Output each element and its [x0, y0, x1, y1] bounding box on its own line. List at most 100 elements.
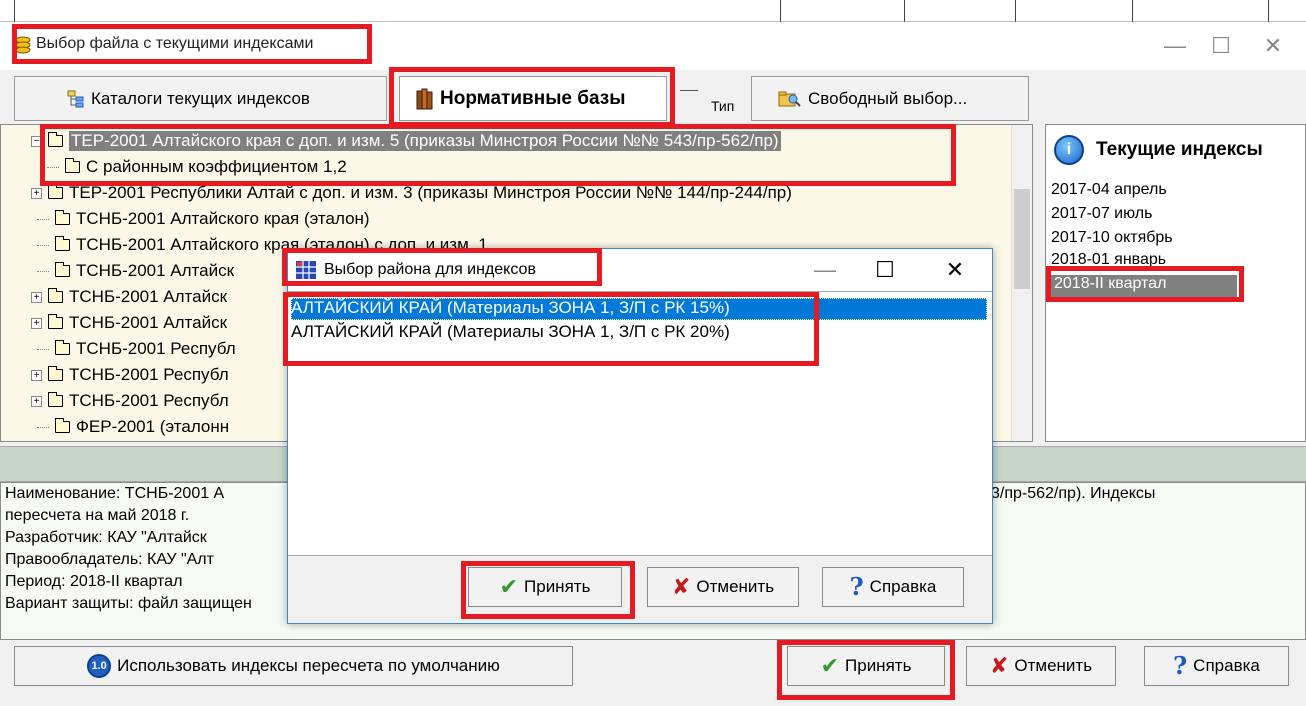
tree-item-label: ТСНБ-2001 Алтайского края (эталон) — [76, 209, 370, 228]
type-separator-line — [680, 90, 698, 91]
help-label: Справка — [1193, 656, 1260, 675]
district-item-selected[interactable]: АЛТАЙСКИЙ КРАЙ (Материалы ЗОНА 1, З/П с … — [291, 298, 987, 320]
tree-scrollbar[interactable] — [1011, 125, 1032, 441]
column-divider — [1268, 0, 1269, 22]
tree-item-label: ТЕР-2001 Республики Алтай с доп. и изм. … — [69, 183, 792, 202]
tree-item-label: ФЕР-2001 (эталонн — [76, 417, 230, 436]
column-divider — [1015, 0, 1016, 22]
tab-free-choice-label: Свободный выбор... — [808, 88, 968, 108]
info-period-line: пересчета на май 2018 г. — [5, 507, 190, 524]
folder-icon — [55, 210, 70, 225]
folder-icon — [55, 236, 70, 251]
dialog-help-button[interactable]: ? Справка — [822, 567, 964, 607]
expand-icon[interactable]: + — [31, 187, 42, 199]
cancel-button[interactable]: ✘ Отменить — [966, 646, 1116, 686]
folder-icon — [48, 288, 63, 303]
index-item[interactable]: 2017-07 июль — [1051, 205, 1152, 229]
tree-item-label: ТСНБ-2001 Республ — [69, 391, 229, 410]
current-indexes-header: i Текущие индексы — [1046, 125, 1305, 175]
tree-item[interactable]: + ТЕР-2001 Республики Алтай с доп. и изм… — [31, 181, 792, 205]
accept-button[interactable]: ✔ Принять — [787, 646, 945, 686]
info-protection-line: Вариант защиты: файл защищен — [5, 595, 252, 612]
tree-item-label: ТСНБ-2001 Республ — [76, 339, 236, 358]
type-label: Тип — [711, 98, 735, 114]
books-icon — [416, 88, 433, 109]
tree-item-label: ТЕР-2001 Алтайского края с доп. и изм. 5… — [69, 131, 781, 151]
tree-item[interactable]: ТСНБ-2001 Алтайского края (эталон) — [37, 207, 370, 231]
default-badge-icon: 1.0 — [87, 654, 112, 678]
district-list: АЛТАЙСКИЙ КРАЙ (Материалы ЗОНА 1, З/П с … — [288, 291, 992, 556]
expand-icon[interactable]: + — [31, 317, 42, 329]
tree-item[interactable]: + ТСНБ-2001 Алтайск — [31, 311, 227, 335]
index-item[interactable]: 2017-04 апрель — [1051, 181, 1167, 205]
question-icon: ? — [849, 572, 864, 601]
dialog-accept-label: Принять — [524, 577, 591, 596]
maximize-button[interactable]: ☐ — [1198, 22, 1244, 70]
tree-item-label: ТСНБ-2001 Республ — [69, 365, 229, 384]
dialog-cancel-label: Отменить — [696, 577, 775, 596]
background-window-strip — [0, 0, 1306, 22]
dialog-help-label: Справка — [869, 577, 937, 596]
tab-norm-bases-label: Нормативные базы — [440, 87, 626, 109]
grid-icon — [296, 261, 316, 279]
use-default-indexes-button[interactable]: 1.0 Использовать индексы пересчета по ум… — [14, 646, 573, 686]
dialog-maximize-button[interactable]: ☐ — [862, 249, 908, 291]
index-item[interactable]: 2017-10 октябрь — [1051, 229, 1173, 253]
tree-item[interactable]: + ТСНБ-2001 Республ — [31, 389, 229, 413]
tree-connector — [37, 244, 49, 246]
folder-icon — [48, 392, 63, 407]
minimize-button[interactable]: — — [1152, 22, 1198, 70]
info-scrollbar[interactable] — [1287, 483, 1305, 639]
tab-free-choice[interactable]: Свободный выбор... — [751, 76, 1029, 121]
tab-catalogs[interactable]: Каталоги текущих индексов — [14, 76, 387, 121]
district-dialog: Выбор района для индексов — ☐ ✕ АЛТАЙСКИ… — [287, 248, 993, 624]
accept-label: Принять — [845, 656, 912, 675]
app-coins-icon — [15, 36, 31, 54]
expand-icon[interactable]: + — [31, 291, 42, 303]
check-icon: ✔ — [820, 653, 840, 678]
tree-item-label: ТСНБ-2001 Алтайск — [76, 261, 235, 280]
tab-norm-bases[interactable]: Нормативные базы — [399, 76, 667, 121]
dialog-accept-button[interactable]: ✔ Принять — [468, 567, 622, 607]
tree-item[interactable]: + ТСНБ-2001 Алтайск — [31, 285, 227, 309]
folder-icon — [48, 366, 63, 381]
tree-item[interactable]: ТСНБ-2001 Алтайск — [37, 259, 234, 283]
column-divider — [904, 0, 905, 22]
folder-icon — [48, 132, 63, 147]
cancel-label: Отменить — [1014, 656, 1093, 675]
dialog-minimize-button[interactable]: — — [802, 249, 848, 291]
main-window-title: Выбор файла с текущими индексами — [36, 35, 314, 52]
info-developer-line: Разработчик: КАУ "Алтайск — [5, 529, 207, 546]
tree-connector — [37, 348, 49, 350]
index-item[interactable]: 2018-01 январь — [1051, 251, 1166, 275]
expand-icon[interactable]: + — [31, 369, 42, 381]
help-button[interactable]: ? Справка — [1144, 646, 1289, 686]
collapse-icon[interactable]: − — [31, 135, 42, 147]
column-divider — [1132, 0, 1133, 22]
folder-icon — [55, 262, 70, 277]
tree-item[interactable]: ТСНБ-2001 Республ — [37, 337, 236, 361]
folder-icon — [55, 340, 70, 355]
folder-icon — [48, 184, 63, 199]
column-divider — [14, 0, 15, 22]
info-period-value-line: Период: 2018-II квартал — [5, 573, 183, 590]
tree-item-label: ТСНБ-2001 Алтайск — [69, 287, 228, 306]
current-indexes-panel: i Текущие индексы 2017-04 апрель 2017-07… — [1045, 124, 1306, 442]
cross-icon: ✘ — [671, 574, 691, 599]
close-button[interactable]: ✕ — [1250, 22, 1296, 70]
tree-scrollbar-thumb[interactable] — [1014, 189, 1030, 289]
catalog-tree-icon — [67, 90, 84, 107]
tree-item[interactable]: С районным коэффициентом 1,2 — [47, 155, 347, 179]
index-item-selected[interactable]: 2018-II квартал — [1051, 275, 1237, 299]
folder-icon — [65, 158, 80, 173]
tree-item[interactable]: − ТЕР-2001 Алтайского края с доп. и изм.… — [31, 129, 781, 153]
info-owner-line: Правообладатель: КАУ "Алт — [5, 551, 214, 568]
current-indexes-title: Текущие индексы — [1096, 139, 1263, 160]
tree-connector — [37, 426, 49, 428]
dialog-close-button[interactable]: ✕ — [932, 249, 978, 291]
expand-icon[interactable]: + — [31, 395, 42, 407]
dialog-cancel-button[interactable]: ✘ Отменить — [647, 567, 799, 607]
tree-item[interactable]: + ТСНБ-2001 Республ — [31, 363, 229, 387]
tree-item[interactable]: ФЕР-2001 (эталонн — [37, 415, 229, 439]
district-item[interactable]: АЛТАЙСКИЙ КРАЙ (Материалы ЗОНА 1, З/П с … — [291, 322, 730, 344]
